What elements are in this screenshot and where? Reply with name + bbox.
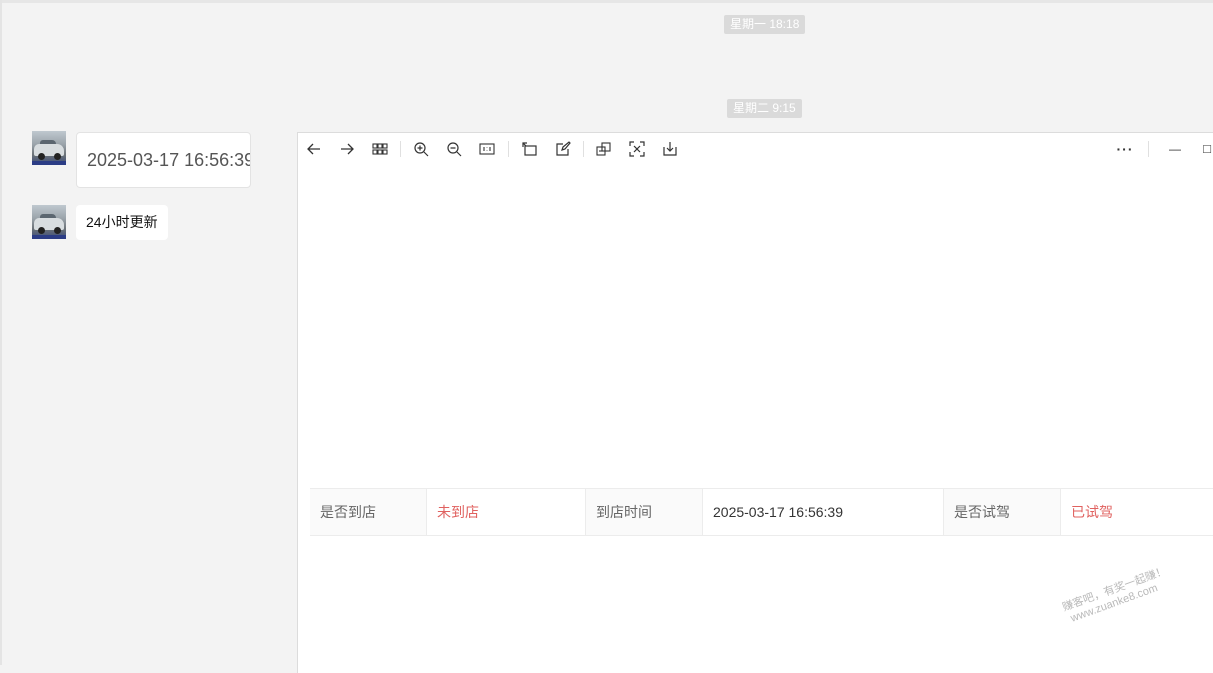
more-icon[interactable]: ··· <box>1114 139 1136 159</box>
arrival-time-label: 到店时间 <box>586 489 703 535</box>
arrived-value: 未到店 <box>427 489 586 535</box>
zoom-in-icon[interactable] <box>410 139 432 159</box>
arrow-left-icon[interactable] <box>303 139 325 159</box>
window-top-border <box>0 0 1213 3</box>
timestamp-divider: 星期二 9:15 <box>727 99 802 118</box>
image-viewer-toolbar: ··· — □ <box>298 133 1213 165</box>
arrow-right-icon[interactable] <box>336 139 358 159</box>
avatar[interactable] <box>32 205 66 239</box>
image-viewer-window: ··· — □ 是否到店 未到店 到店时间 2025-03-17 16:56:3… <box>297 132 1213 673</box>
image-message-thumbnail-text: 2025-03-17 16:56:39 <box>87 150 251 170</box>
zoom-out-icon[interactable] <box>443 139 465 159</box>
rotate-icon[interactable] <box>519 139 541 159</box>
download-icon[interactable] <box>659 139 681 159</box>
scan-icon[interactable] <box>626 139 648 159</box>
maximize-icon[interactable]: □ <box>1196 139 1213 159</box>
arrival-time-value: 2025-03-17 16:56:39 <box>703 489 944 535</box>
test-drive-label: 是否试驾 <box>944 489 1061 535</box>
test-drive-value: 已试驾 <box>1071 504 1113 520</box>
text-message-bubble[interactable]: 24小时更新 <box>76 205 168 240</box>
minimize-icon[interactable]: — <box>1164 139 1186 159</box>
store-visit-table: 是否到店 未到店 到店时间 2025-03-17 16:56:39 是否试驾 已… <box>310 488 1213 536</box>
grid-icon[interactable] <box>369 139 391 159</box>
timestamp-divider: 星期一 18:18 <box>724 15 806 34</box>
edit-icon[interactable] <box>552 139 574 159</box>
arrived-label: 是否到店 <box>310 489 427 535</box>
image-message-bubble[interactable]: 2025-03-17 16:56:39 <box>76 132 251 188</box>
actual-size-icon[interactable] <box>476 139 498 159</box>
avatar[interactable] <box>32 131 66 165</box>
extract-icon[interactable] <box>593 139 615 159</box>
window-left-border <box>0 0 2 665</box>
